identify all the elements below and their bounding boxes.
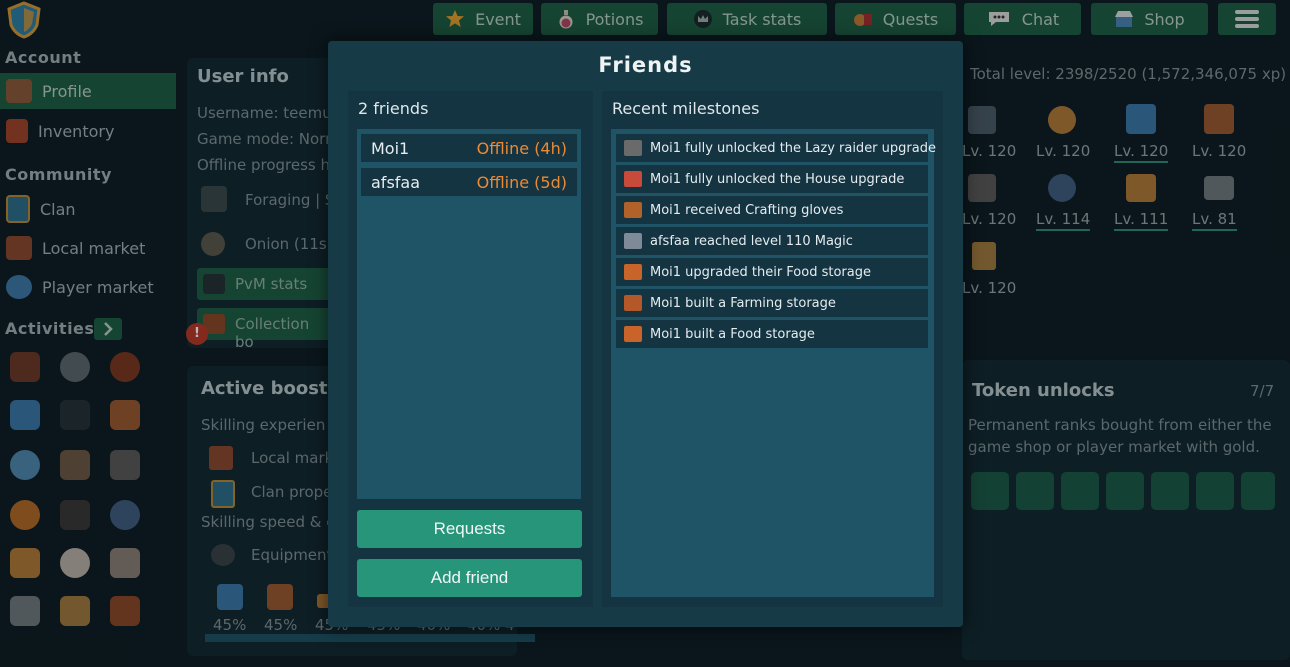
milestone-row: Moi1 built a Food storage [616,320,928,348]
milestones-column: Recent milestones Moi1 fully unlocked th… [602,91,943,607]
gloves-icon [624,202,642,218]
milestone-text: Moi1 fully unlocked the Lazy raider upgr… [650,140,936,156]
requests-button[interactable]: Requests [357,510,582,548]
milestone-text: Moi1 built a Food storage [650,326,815,342]
milestone-row: Moi1 upgraded their Food storage [616,258,928,286]
friend-row[interactable]: afsfaa Offline (5d) [361,168,577,196]
milestone-text: Moi1 upgraded their Food storage [650,264,871,280]
storage-chest-icon [624,264,642,280]
milestone-text: Moi1 built a Farming storage [650,295,836,311]
milestone-row: Moi1 fully unlocked the House upgrade [616,165,928,193]
friend-status: Offline (4h) [476,138,567,158]
add-friend-button[interactable]: Add friend [357,559,582,597]
milestone-text: afsfaa reached level 110 Magic [650,233,853,249]
milestone-text: Moi1 fully unlocked the House upgrade [650,171,905,187]
wizard-hat-icon [624,233,642,249]
friend-row[interactable]: Moi1 Offline (4h) [361,134,577,162]
friends-modal: Friends 2 friends Moi1 Offline (4h) afsf… [328,41,963,627]
friends-count: 2 friends [358,99,429,118]
milestones-list: Moi1 fully unlocked the Lazy raider upgr… [611,129,936,597]
milestone-row: Moi1 built a Farming storage [616,289,928,317]
friends-list: Moi1 Offline (4h) afsfaa Offline (5d) [357,129,581,499]
lazy-raider-icon [624,140,642,156]
milestone-text: Moi1 received Crafting gloves [650,202,844,218]
modal-title: Friends [598,53,693,77]
friend-name: afsfaa [371,172,421,192]
house-icon [624,171,642,187]
storage-chest-icon [624,326,642,342]
storage-chest-icon [624,295,642,311]
milestone-row: afsfaa reached level 110 Magic [616,227,928,255]
milestone-row: Moi1 received Crafting gloves [616,196,928,224]
milestone-row: Moi1 fully unlocked the Lazy raider upgr… [616,134,936,162]
friend-name: Moi1 [371,138,410,158]
friends-column: 2 friends Moi1 Offline (4h) afsfaa Offli… [348,91,593,607]
milestones-header: Recent milestones [612,99,760,118]
friend-status: Offline (5d) [476,172,567,192]
